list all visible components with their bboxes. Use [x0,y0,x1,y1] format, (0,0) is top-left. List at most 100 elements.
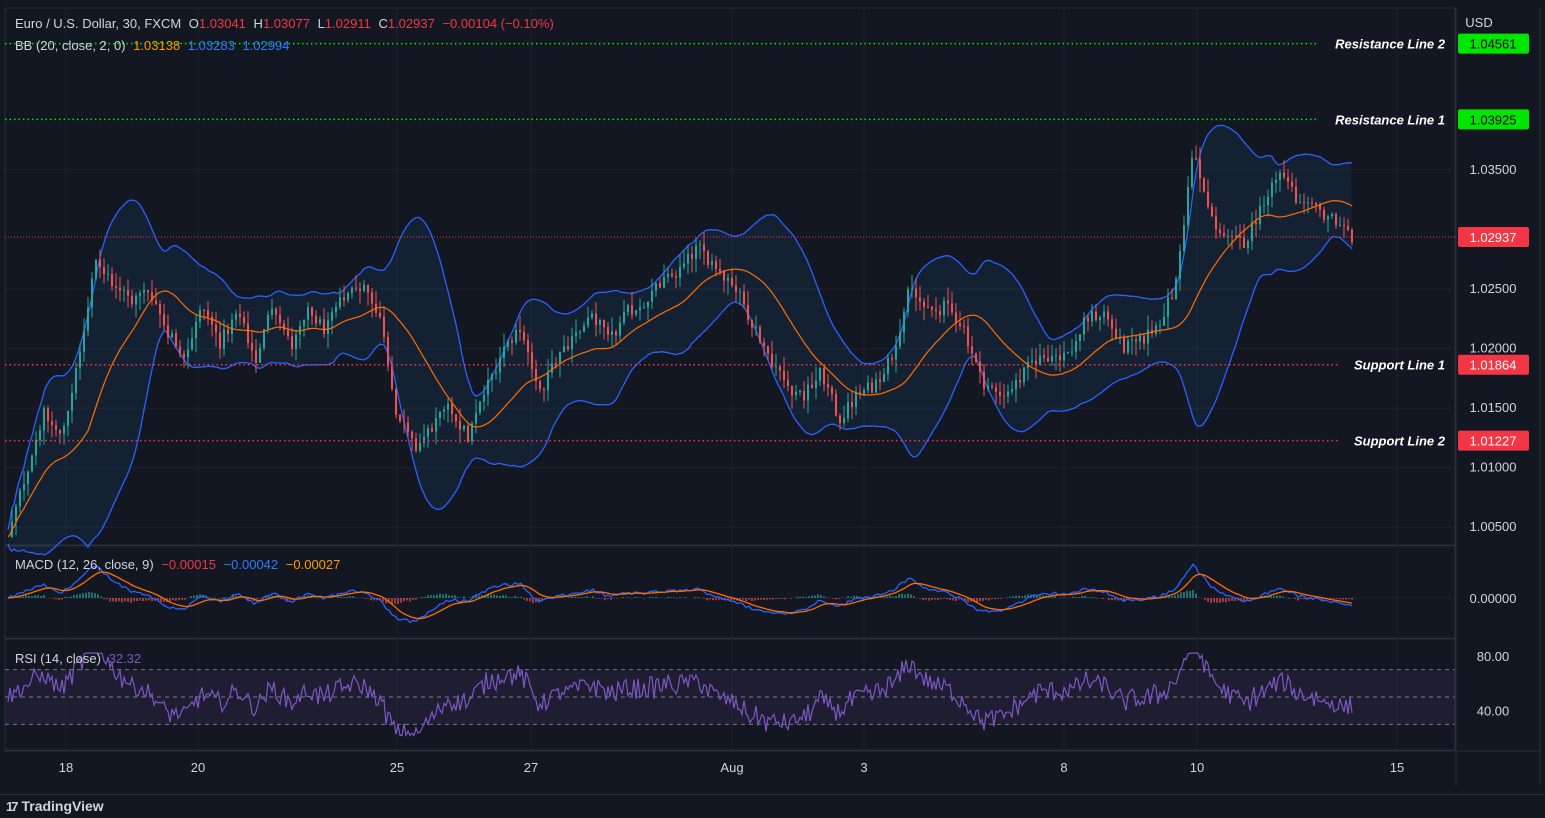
candle-body [67,411,69,426]
candle-body [691,254,693,259]
candle-body [335,307,337,312]
candle-body [951,303,953,312]
candle-body [563,346,565,352]
candle-body [627,305,629,312]
close-label: C [378,16,387,31]
candle-body [119,288,121,291]
candle-body [279,315,281,324]
candle-body [1191,158,1193,187]
candle-body [351,288,353,293]
candle-body [1171,297,1173,299]
candle-body [1131,339,1133,340]
candle-body [1283,173,1285,178]
candle-body [999,392,1001,396]
candle-body [43,408,45,430]
candle-body [907,289,909,312]
macd-tick-label: 0.00000 [1470,591,1517,606]
candle-body [735,286,737,292]
candle-body [899,333,901,347]
candle-body [1327,216,1329,219]
candle-body [427,428,429,437]
candle-body [671,274,673,276]
candle-body [59,430,61,434]
candle-body [1207,192,1209,207]
candle-body [491,374,493,380]
candle-body [1107,312,1109,320]
time-tick-label: 27 [524,760,538,775]
candle-body [807,385,809,401]
candle-body [1159,326,1161,327]
candle-body [599,320,601,325]
candle-body [287,330,289,336]
candle-body [439,412,441,418]
tradingview-logo[interactable]: 17 TradingView [6,798,104,814]
candle-body [723,271,725,280]
candle-body [179,347,181,354]
rsi-legend[interactable]: RSI (14, close) 32.32 [15,651,145,666]
candle-body [603,320,605,327]
candle-body [543,389,545,390]
candle-body [79,352,81,368]
candle-body [663,277,665,288]
change-value: −0.00104 (−0.10%) [442,16,553,31]
candle-body [875,379,877,392]
candle-body [767,346,769,353]
candle-body [1179,251,1181,279]
time-tick-label: Aug [720,760,743,775]
candle-body [1295,187,1297,203]
candle-body [451,404,453,415]
candle-body [91,279,93,308]
bb-upper-value: 1.03283 [188,38,235,53]
candle-body [1215,216,1217,229]
candle-body [1183,225,1185,251]
candle-body [15,506,17,521]
candle-body [511,341,513,343]
candle-body [1211,207,1213,217]
candle-body [211,317,213,325]
macd-legend[interactable]: MACD (12, 26, close, 9) −0.00015 −0.0004… [15,557,344,572]
candle-body [271,309,273,315]
candle-body [23,484,25,490]
bb-legend[interactable]: BB (20, close, 2, 0) 1.03138 1.03283 1.0… [15,38,293,53]
candle-body [539,381,541,389]
candle-body [623,312,625,323]
candle-body [1083,318,1085,335]
candle-body [407,422,409,431]
candle-body [1235,236,1237,237]
candle-body [787,380,789,386]
candle-body [447,404,449,410]
candle-body [971,346,973,353]
open-label: O [189,16,199,31]
macd-label: MACD (12, 26, close, 9) [15,557,154,572]
candle-body [1127,340,1129,352]
footer-bar: 17 TradingView [0,794,1545,818]
candle-body [559,352,561,364]
candle-body [487,380,489,395]
candle-body [595,314,597,325]
candle-body [667,274,669,277]
candle-body [1195,158,1197,159]
candle-body [275,309,277,315]
tradingview-logo-icon: 17 [6,799,16,814]
candle-body [1063,353,1065,360]
candle-body [1003,396,1005,397]
candle-body [459,421,461,429]
candle-body [387,337,389,367]
candle-body [383,317,385,337]
candle-body [775,366,777,367]
chart-canvas[interactable]: 1.035001.025001.020001.015001.010001.005… [0,0,1545,794]
tradingview-brand: TradingView [21,798,103,814]
candle-body [575,332,577,336]
candle-body [635,310,637,314]
candle-body [367,285,369,293]
candle-body [1271,183,1273,197]
candle-body [359,289,361,291]
candle-body [255,350,257,363]
price-tick-label: 1.03500 [1470,162,1517,177]
candle-body [1175,279,1177,299]
candle-body [1259,206,1261,224]
candle-body [1279,173,1281,180]
candle-body [195,322,197,339]
candle-body [155,300,157,304]
symbol-legend: Euro / U.S. Dollar, 30, FXCM O1.03041 H1… [15,16,558,31]
